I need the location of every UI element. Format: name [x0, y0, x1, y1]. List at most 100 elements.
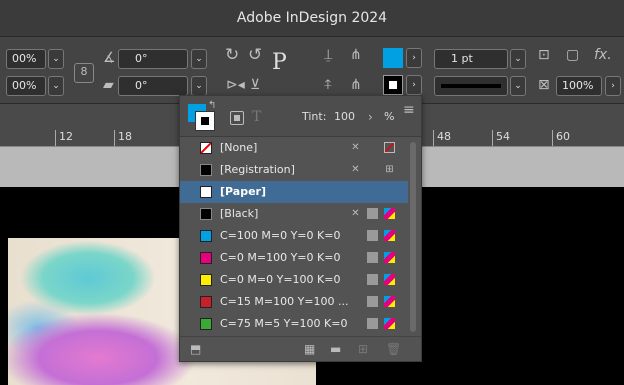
rotate-ccw-icon[interactable]: ↺	[248, 47, 262, 64]
distribute-horizontal-icon[interactable]: ⋔	[350, 77, 362, 93]
shear-dropdown[interactable]: ⌄	[191, 76, 207, 96]
align-top-icon[interactable]: ⍊	[324, 47, 332, 63]
scale-y-field[interactable]: 00%	[6, 76, 46, 96]
title-bar: Adobe InDesign 2024	[0, 0, 624, 37]
rotate-dropdown[interactable]: ⌄	[191, 49, 207, 69]
swatch-row-paper[interactable]: [Paper]	[180, 181, 408, 203]
align-center-icon[interactable]: ⍏	[324, 77, 332, 93]
cmyk-mode-icon	[384, 208, 395, 219]
swatch-row-black[interactable]: [Black] ✕	[180, 203, 408, 225]
black-swatch-icon	[200, 208, 212, 220]
stroke-proxy-icon[interactable]	[195, 111, 215, 131]
swatch-row-red[interactable]: C=15 M=100 Y=100 ...	[180, 291, 408, 313]
cmyk-mode-icon	[384, 230, 395, 241]
formatting-text-icon[interactable]: T	[252, 109, 261, 125]
swatch-name: C=0 M=0 Y=100 K=0	[220, 273, 341, 286]
opacity-dropdown[interactable]: ›	[605, 76, 621, 96]
scale-y-dropdown[interactable]: ⌄	[48, 76, 64, 96]
ruler-label: 60	[556, 130, 570, 143]
fill-swatch[interactable]	[383, 48, 403, 68]
ruler-label: 48	[437, 130, 451, 143]
import-swatch-icon[interactable]: ⬒	[190, 342, 201, 356]
drop-shadow-icon[interactable]: ⊡	[538, 47, 550, 63]
swatch-row-yellow[interactable]: C=0 M=0 Y=100 K=0	[180, 269, 408, 291]
constrain-proportions-icon[interactable]: 8	[74, 63, 94, 83]
swatch-name: [Registration]	[220, 163, 295, 176]
swatch-row-none[interactable]: [None] ✕	[180, 137, 408, 159]
no-edit-icon: ✕	[351, 208, 360, 219]
process-color-icon	[367, 230, 378, 241]
no-edit-icon: ✕	[351, 164, 360, 175]
flip-vertical-icon[interactable]: ⊻	[250, 77, 260, 93]
tint-unit: %	[384, 110, 395, 123]
cmyk-mode-icon	[384, 318, 395, 329]
swatches-footer: ⬒ ▦ ▬ ⊞ 🗑	[180, 336, 421, 362]
cmyk-mode-icon	[384, 296, 395, 307]
swatch-name: C=75 M=5 Y=100 K=0	[220, 317, 348, 330]
shear-angle-field[interactable]: 0°	[118, 76, 188, 96]
ruler-tick	[433, 130, 434, 146]
opacity-icon: ⊠	[538, 77, 550, 93]
effects-icon[interactable]: fx.	[594, 47, 612, 63]
rotate-angle-icon: ∡	[103, 50, 116, 66]
ruler-tick	[55, 130, 56, 146]
swatch-row-registration[interactable]: [Registration] ✕ ⊞	[180, 159, 408, 181]
new-group-icon[interactable]: ▬	[330, 342, 341, 356]
scale-x-field[interactable]: 00%	[6, 49, 46, 69]
cmyk-mode-icon	[384, 252, 395, 263]
swatch-row-cyan[interactable]: C=100 M=0 Y=0 K=0	[180, 225, 408, 247]
trash-icon[interactable]: 🗑	[386, 342, 401, 356]
ruler-label: 12	[59, 130, 73, 143]
red-swatch-icon	[200, 296, 212, 308]
stroke-type-dropdown[interactable]: ⌄	[510, 76, 526, 96]
tint-label: Tint:	[302, 110, 327, 123]
rotate-cw-icon[interactable]: ↻	[225, 47, 239, 64]
distribute-icon[interactable]: ⋔	[350, 47, 362, 63]
panel-scrollbar[interactable]	[410, 142, 416, 332]
ruler-tick	[492, 130, 493, 146]
stroke-weight-field[interactable]: 1 pt	[434, 49, 508, 69]
rotate-angle-field[interactable]: 0°	[118, 49, 188, 69]
stroke-swatch[interactable]	[383, 75, 403, 95]
text-frame-icon: P	[272, 50, 287, 75]
ruler-label: 54	[496, 130, 510, 143]
magenta-swatch-icon	[200, 252, 212, 264]
swatch-name: C=15 M=100 Y=100 ...	[220, 295, 349, 308]
stroke-type-field[interactable]	[434, 76, 508, 96]
swatch-row-green[interactable]: C=75 M=5 Y=100 K=0	[180, 313, 408, 335]
new-swatch-icon[interactable]: ⊞	[358, 342, 368, 356]
ruler-tick	[114, 130, 115, 146]
green-swatch-icon	[200, 318, 212, 330]
process-color-icon	[367, 252, 378, 263]
cmyk-mode-icon	[384, 274, 395, 285]
tint-value[interactable]: 100	[334, 110, 355, 123]
swatches-panel: ↰ T Tint: 100 › % ≡ [None] ✕ [Registrati…	[179, 95, 422, 362]
ruler-tick	[552, 130, 553, 146]
stroke-weight-dropdown[interactable]: ⌄	[510, 49, 526, 69]
swatch-name: [None]	[220, 141, 258, 154]
scale-x-dropdown[interactable]: ⌄	[48, 49, 64, 69]
cyan-swatch-icon	[200, 230, 212, 242]
none-swatch-icon	[200, 142, 212, 154]
swatch-row-magenta[interactable]: C=0 M=100 Y=0 K=0	[180, 247, 408, 269]
opacity-field[interactable]: 100%	[556, 76, 602, 96]
swatch-name: [Paper]	[220, 185, 267, 198]
tint-chevron-icon[interactable]: ›	[368, 109, 373, 125]
control-panel: 00% ⌄ 00% ⌄ 8 ∡ 0° ⌄ ▰ 0° ⌄ ↻ ↺ ⊳◂ ⊻ P ⍊…	[0, 37, 624, 104]
yellow-swatch-icon	[200, 274, 212, 286]
panel-menu-icon[interactable]: ≡	[403, 102, 415, 118]
process-color-icon	[367, 318, 378, 329]
paper-swatch-icon	[200, 186, 212, 198]
swap-icon[interactable]: ↰	[208, 98, 216, 114]
process-color-icon	[367, 296, 378, 307]
frame-icon[interactable]: ▢	[566, 47, 579, 63]
flip-horizontal-icon[interactable]: ⊳◂	[226, 77, 245, 93]
none-type-icon	[384, 142, 395, 153]
formatting-container-icon[interactable]	[230, 111, 244, 125]
show-swatch-kinds-icon[interactable]: ▦	[304, 342, 315, 356]
swatch-name: C=0 M=100 Y=0 K=0	[220, 251, 341, 264]
ruler-label: 18	[118, 130, 132, 143]
swatches-header: ↰ T Tint: 100 › % ≡	[180, 96, 421, 137]
fill-dropdown[interactable]: ›	[406, 48, 422, 68]
stroke-dropdown[interactable]: ›	[406, 75, 422, 95]
